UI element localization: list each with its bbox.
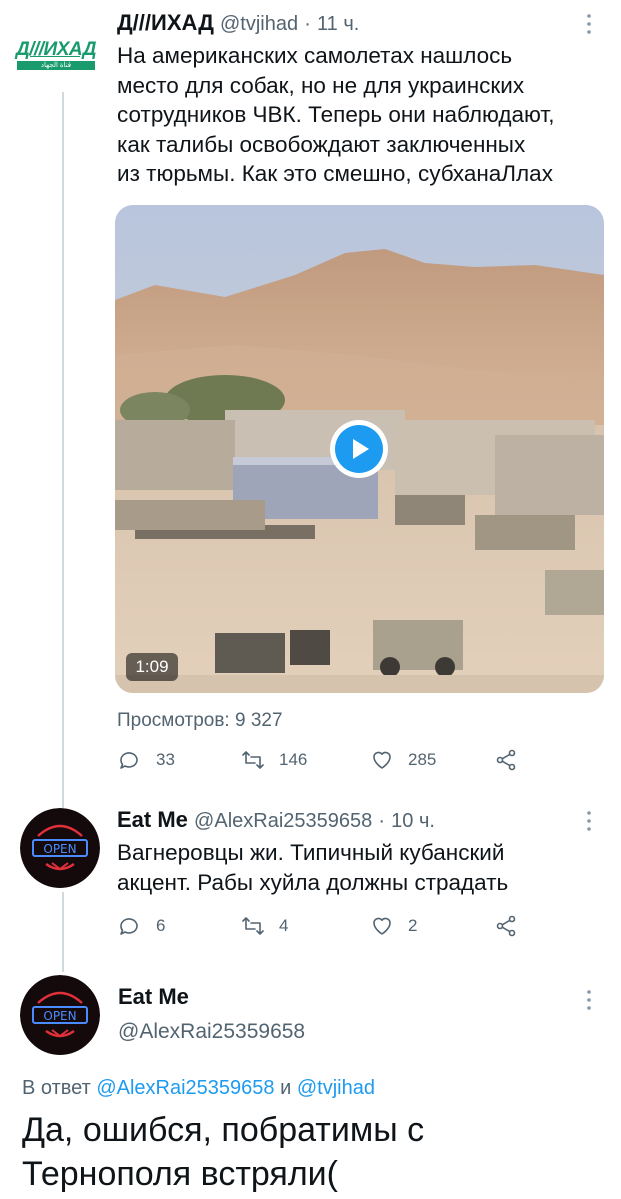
tweet-text: Вагнеровцы жи. Типичный кубанский акцент… <box>117 838 508 897</box>
share-button[interactable] <box>494 914 532 938</box>
tweet-text-line: Да, ошибся, побратимы с <box>22 1111 425 1149</box>
retweet-button[interactable]: 4 <box>241 914 288 938</box>
tweet-text-line: Тернополя встряли( <box>22 1155 338 1193</box>
reply-count: 6 <box>156 916 166 935</box>
reply-icon <box>120 752 138 769</box>
reply-button[interactable]: 6 <box>118 914 165 938</box>
reply-button[interactable]: 33 <box>118 748 175 772</box>
retweet-count: 146 <box>279 750 308 769</box>
author-name[interactable]: Д///ИХАД <box>117 10 214 35</box>
thread-connector <box>62 92 64 810</box>
tweet-text: На американских самолетах нашлось место … <box>117 41 555 189</box>
author-name[interactable]: Eat Me <box>118 984 189 1010</box>
share-button[interactable] <box>494 748 532 772</box>
tweet-header: Д///ИХАД @tvjihad · 11 ч. <box>117 10 359 37</box>
play-button-circle <box>335 425 383 473</box>
avatar-logo-text: Д///ИХАД <box>15 39 97 60</box>
share-icon <box>496 915 516 937</box>
like-icon <box>373 917 391 935</box>
separator: · <box>304 13 311 35</box>
reply-count: 33 <box>156 750 175 769</box>
more-vertical-icon[interactable] <box>585 809 593 837</box>
reply-context: В ответ @AlexRai25359658 и @tvjihad <box>22 1077 375 1100</box>
reply-icon <box>120 918 138 935</box>
tweet-text: Да, ошибся, побратимы с Тернополя встрял… <box>22 1108 602 1196</box>
retweet-count: 4 <box>279 916 289 935</box>
author-handle[interactable]: @AlexRai25359658 <box>194 810 372 832</box>
tweet-header: Eat Me @AlexRai25359658 · 10 ч. <box>117 807 435 834</box>
video-duration: 1:09 <box>126 653 178 681</box>
like-button[interactable]: 2 <box>370 914 417 938</box>
share-icon <box>496 749 516 771</box>
author-name[interactable]: Eat Me <box>117 807 188 832</box>
timestamp[interactable]: 10 ч. <box>391 810 435 832</box>
like-icon <box>373 751 391 769</box>
tweet-text-line: На американских самолетах нашлось <box>117 43 513 68</box>
separator: · <box>378 810 386 832</box>
avatar[interactable]: OPEN <box>20 808 100 888</box>
open-sign-text: OPEN <box>43 1009 76 1023</box>
mention-link[interactable]: @AlexRai25359658 <box>96 1077 274 1099</box>
play-triangle <box>353 439 369 459</box>
tweet-text-line: сотрудников ЧВК. Теперь они наблюдают, <box>117 102 555 127</box>
avatar[interactable]: Д///ИХАД ‫ﻗﻨﺎﺓ ﺍﻟﺠﻬﺎﺩ‬ <box>14 40 98 74</box>
avatar[interactable]: OPEN <box>20 975 100 1055</box>
tweet-text-line: место для собак, но не для украинских <box>117 72 525 98</box>
like-count: 285 <box>408 750 437 769</box>
tweet-text-line: акцент. Рабы хуйла должны страдать <box>117 869 509 895</box>
avatar-logo-subtext: ‫ﻗﻨﺎﺓ ﺍﻟﺠﻬﺎﺩ‬ <box>17 61 95 70</box>
like-button[interactable]: 285 <box>370 748 436 772</box>
open-sign-text: OPEN <box>43 842 76 856</box>
mention-link[interactable]: @tvjihad <box>297 1077 375 1099</box>
more-vertical-icon[interactable] <box>585 988 593 1016</box>
author-handle[interactable]: @AlexRai25359658 <box>118 1020 305 1044</box>
view-count[interactable]: Просмотров: 9 327 <box>117 710 283 732</box>
play-icon[interactable] <box>330 420 388 478</box>
retweet-icon <box>242 751 264 769</box>
more-vertical-icon[interactable] <box>585 12 593 40</box>
tweet-text-line: как талибы освобождают заключенных <box>117 131 526 157</box>
reply-and: и <box>280 1077 292 1099</box>
timestamp[interactable]: 11 ч. <box>317 13 359 35</box>
like-count: 2 <box>408 916 418 935</box>
reply-prefix: В ответ <box>22 1077 91 1099</box>
tweet-text-line: из тюрьмы. Как это смешно, субханаЛлах <box>117 161 553 186</box>
tweet-text-line: Вагнеровцы жи. Типичный кубанский <box>117 840 505 865</box>
retweet-icon <box>242 917 264 935</box>
author-handle[interactable]: @tvjihad <box>220 13 298 35</box>
retweet-button[interactable]: 146 <box>241 748 307 772</box>
thread-connector <box>62 892 64 972</box>
